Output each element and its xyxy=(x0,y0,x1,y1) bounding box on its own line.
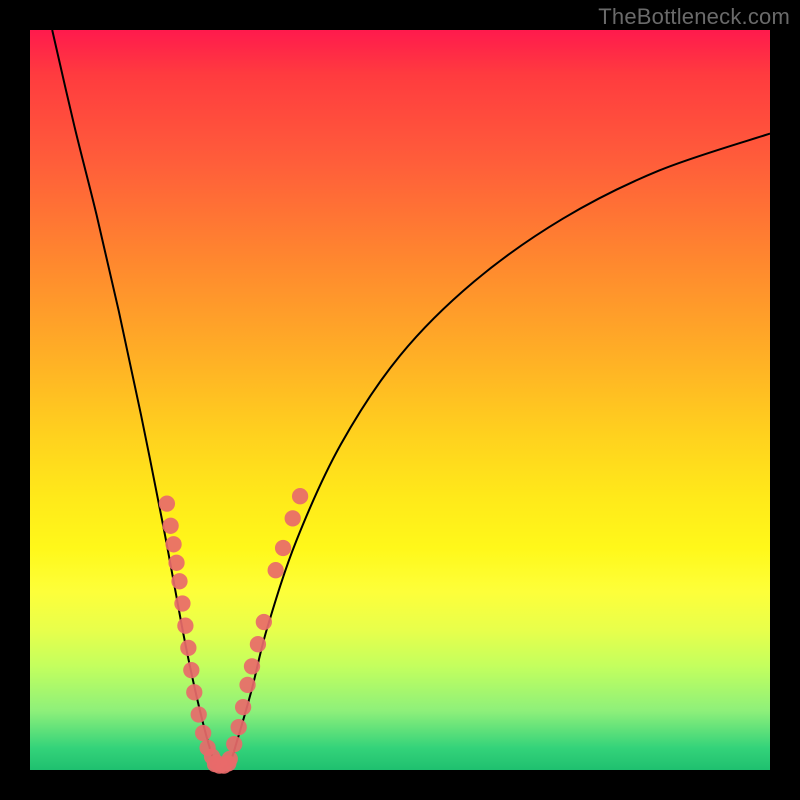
watermark-text: TheBottleneck.com xyxy=(598,4,790,30)
data-point xyxy=(256,614,272,630)
data-point xyxy=(186,684,202,700)
data-point xyxy=(159,495,175,511)
data-point xyxy=(162,518,178,534)
data-point xyxy=(226,736,242,752)
data-point xyxy=(292,488,308,504)
data-point xyxy=(180,640,196,656)
data-point xyxy=(285,510,301,526)
data-point xyxy=(195,725,211,741)
curve-svg xyxy=(30,30,770,770)
data-point xyxy=(239,677,255,693)
data-point xyxy=(235,699,251,715)
data-point xyxy=(244,658,260,674)
data-point xyxy=(231,719,247,735)
data-point xyxy=(177,618,193,634)
data-point xyxy=(183,662,199,678)
data-point xyxy=(191,706,207,722)
scatter-points xyxy=(159,488,308,774)
data-point xyxy=(275,540,291,556)
data-point xyxy=(268,562,284,578)
data-point xyxy=(165,536,181,552)
chart-frame: TheBottleneck.com xyxy=(0,0,800,800)
bottleneck-curve xyxy=(52,30,770,766)
data-point xyxy=(168,555,184,571)
data-point xyxy=(171,573,187,589)
data-point xyxy=(250,636,266,652)
plot-area xyxy=(30,30,770,770)
data-point xyxy=(222,751,238,767)
data-point xyxy=(174,595,190,611)
